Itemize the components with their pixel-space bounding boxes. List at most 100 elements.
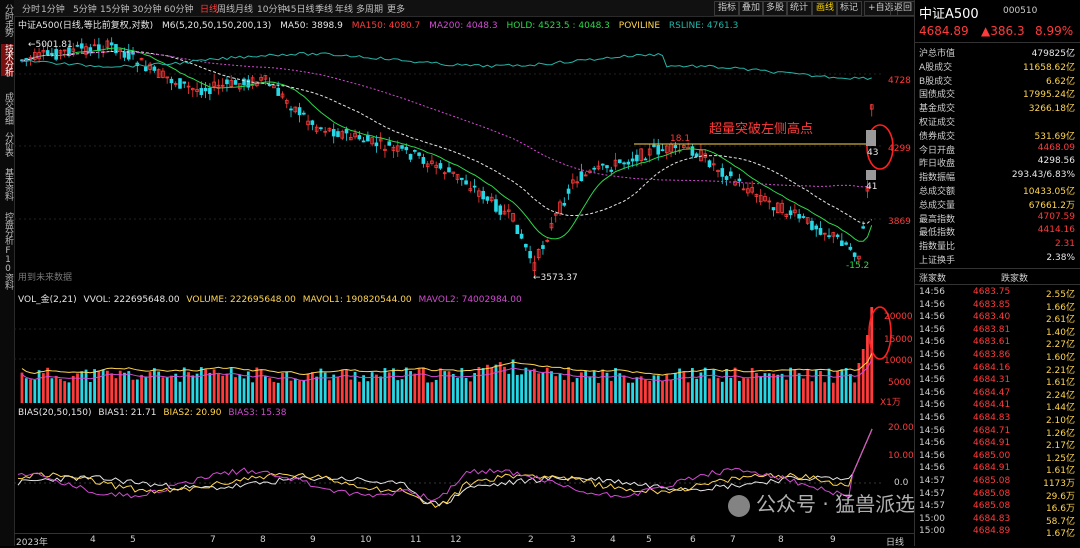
- toolbar-button-7[interactable]: 返回: [890, 1, 917, 16]
- volume-bar: [71, 375, 75, 403]
- rail-tab-3[interactable]: 分价表: [1, 132, 13, 156]
- timeframe-tab-6[interactable]: 日线: [200, 2, 218, 15]
- timeframe-tab-3[interactable]: 15分钟: [100, 2, 129, 15]
- stat-value: 6.62亿: [1045, 76, 1075, 87]
- volume-bar: [648, 380, 652, 403]
- toolbar-button-0[interactable]: 指标: [714, 1, 741, 16]
- volume-bar: [430, 382, 434, 403]
- volume-bar: [221, 375, 225, 403]
- candle-body: [690, 146, 695, 156]
- candle-body: [609, 169, 614, 172]
- timeframe-tab-2[interactable]: 5分钟: [73, 2, 97, 15]
- volume-bar: [144, 376, 148, 403]
- volume-bar: [37, 370, 41, 403]
- volume-bar: [434, 379, 438, 403]
- volume-bar: [703, 367, 707, 403]
- x-tick-15: 8: [778, 535, 784, 545]
- candle-body: [797, 214, 801, 219]
- toolbar-button-2[interactable]: 多股: [762, 1, 789, 16]
- volume-bar: [123, 372, 126, 403]
- last-price: 4684.89: [919, 24, 969, 38]
- stat-label: 最高指数: [919, 214, 956, 225]
- candle-body: [289, 108, 293, 111]
- volume-bar: [336, 376, 340, 403]
- volume-bar: [161, 377, 165, 403]
- candle-body: [707, 160, 712, 168]
- volume-bar: [263, 376, 267, 403]
- stat-value: 67661.2万: [1028, 200, 1075, 211]
- stat-value: 3266.18亿: [1028, 104, 1075, 115]
- timeframe-tab-0[interactable]: 分时: [22, 2, 40, 15]
- timeframe-tab-10[interactable]: 45日线: [285, 2, 314, 15]
- timeframe-tab-7[interactable]: 周线: [217, 2, 235, 15]
- candle-body: [122, 51, 127, 58]
- volume-bar: [421, 367, 425, 403]
- x-tick-2: 5: [130, 535, 136, 545]
- volume-bar: [84, 369, 88, 403]
- candle-body: [417, 152, 421, 156]
- timeframe-tab-12[interactable]: 年线: [335, 2, 353, 15]
- volume-bar: [272, 381, 276, 403]
- timeframe-tab-5[interactable]: 60分钟: [164, 2, 193, 15]
- stat-label: 指数振幅: [919, 173, 956, 184]
- volume-bar: [439, 368, 442, 403]
- toolbar-button-5[interactable]: 标记: [836, 1, 863, 16]
- timeframe-tab-4[interactable]: 30分钟: [132, 2, 161, 15]
- toolbar-button-1[interactable]: 叠加: [738, 1, 765, 16]
- timeframe-tab-1[interactable]: 1分钟: [41, 2, 65, 15]
- volume-bar: [836, 370, 839, 403]
- x-tick-12: 5: [646, 535, 652, 545]
- rail-tab-5[interactable]: 控盘分析: [1, 212, 13, 244]
- candle-body: [50, 52, 54, 56]
- toolbar-button-4[interactable]: 画线: [812, 1, 839, 16]
- candle-body: [656, 145, 661, 155]
- candle-body: [319, 127, 323, 130]
- tick-volume: 1.61亿: [1045, 466, 1075, 477]
- candle-body: [242, 78, 246, 86]
- price-chart[interactable]: [14, 30, 914, 288]
- stat-row: 昨日收盘 4298.56: [919, 156, 1075, 169]
- rail-tab-0[interactable]: 分时走势: [1, 4, 13, 36]
- candle-body: [276, 87, 280, 96]
- tick-time: 15:00: [919, 526, 945, 537]
- candle-body: [814, 225, 819, 230]
- volume-bar: [349, 379, 353, 403]
- timeframe-tab-9[interactable]: 10分钟: [257, 2, 286, 15]
- tick-volume: 1.66亿: [1045, 302, 1075, 313]
- axis-4728: 4728: [888, 76, 911, 86]
- x-tick-10: 3: [570, 535, 576, 545]
- volume-bar: [33, 379, 37, 403]
- candle-body: [694, 153, 699, 157]
- vol-axis-10000: 10000: [884, 356, 913, 366]
- timeframe-tab-8[interactable]: 月线: [235, 2, 253, 15]
- x-axis-period[interactable]: 日线: [886, 535, 904, 548]
- tick-price: 4683.86: [973, 350, 1011, 360]
- volume-bar: [298, 380, 301, 403]
- volume-chart[interactable]: [14, 303, 914, 405]
- timeframe-tab-11[interactable]: 季线: [315, 2, 333, 15]
- stat-row: 上证换手 2.38%: [919, 253, 1075, 266]
- volume-bar: [97, 370, 101, 403]
- tick-price: 4684.91: [973, 438, 1011, 449]
- rail-tab-6[interactable]: F10资料: [1, 246, 13, 289]
- timeframe-tab-13[interactable]: 多周期: [356, 2, 383, 15]
- toolbar-button-3[interactable]: 统计: [786, 1, 813, 16]
- tick-price: 4683.81: [973, 324, 1011, 335]
- volume-bar: [165, 377, 169, 403]
- candle-body: [144, 66, 148, 72]
- volume-bar: [59, 378, 62, 403]
- timeframe-tab-14[interactable]: 更多: [387, 2, 405, 15]
- rail-tab-2[interactable]: 成交明细: [1, 92, 13, 124]
- candle-body: [225, 79, 229, 85]
- volume-bar: [686, 382, 690, 403]
- tick-time: 14:56: [919, 400, 945, 411]
- rail-tab-4[interactable]: 基本资料: [1, 168, 13, 200]
- stat-label: 今日开盘: [919, 145, 956, 156]
- stat-label: 国债成交: [919, 90, 956, 101]
- rail-tab-1[interactable]: 技术分析: [1, 44, 13, 76]
- volume-bar: [118, 370, 122, 403]
- axis-3869: 3869: [888, 217, 911, 227]
- candle-body: [810, 220, 814, 230]
- candle-body: [818, 228, 823, 235]
- volume-bar: [776, 374, 780, 403]
